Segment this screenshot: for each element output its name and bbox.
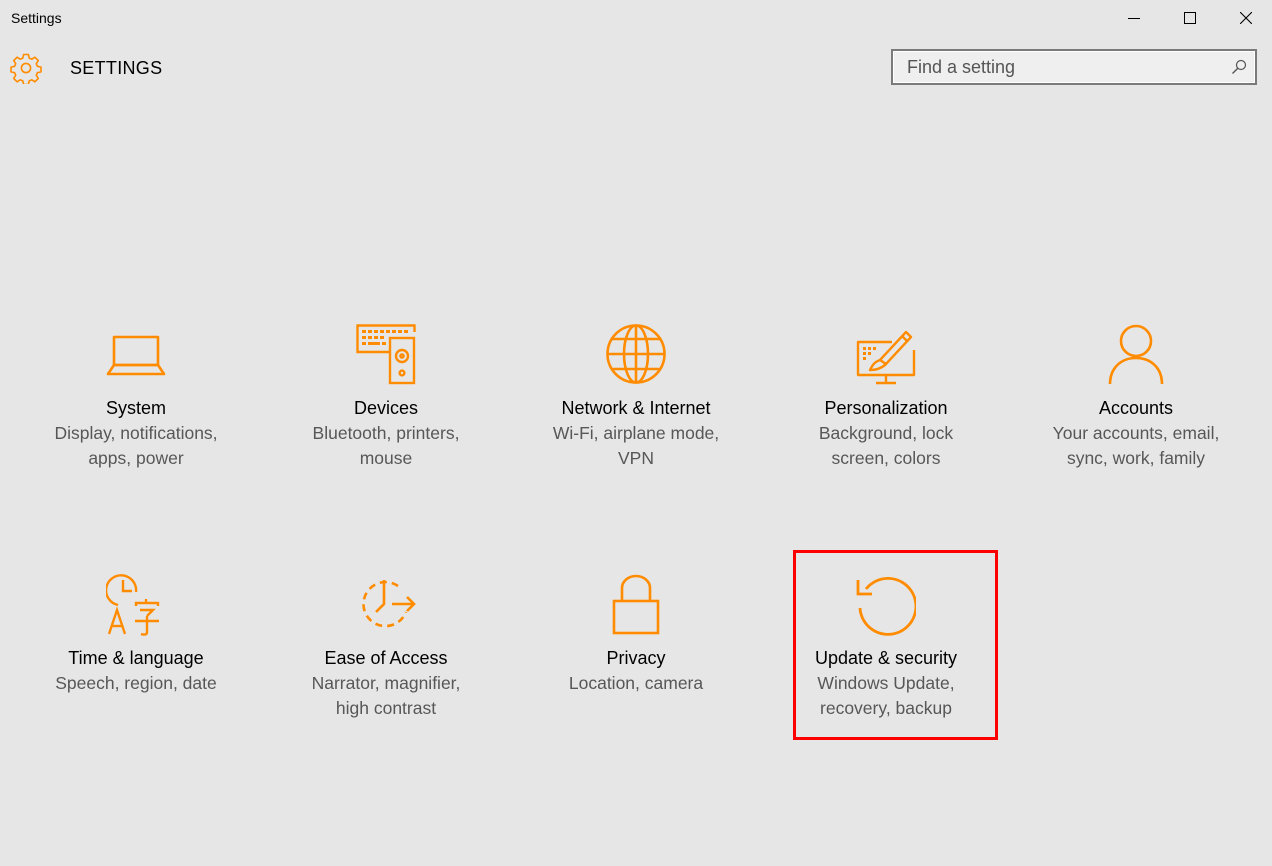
tile-description-line: Wi-Fi, airplane mode, (552, 423, 720, 443)
tile-description: Speech, region, date (21, 671, 251, 696)
tile-label: Ease of Access (324, 648, 448, 668)
tile-devices[interactable]: Devices Bluetooth, printers, mouse (271, 324, 501, 514)
tile-description-line: Bluetooth, printers, (312, 423, 460, 443)
tile-description-line: Your accounts, email, (1052, 423, 1220, 443)
search-icon[interactable] (1231, 59, 1247, 75)
tile-label: Privacy (606, 648, 666, 668)
globe-icon (606, 324, 666, 386)
tile-accounts[interactable]: Accounts Your accounts, email, sync, wor… (1021, 324, 1251, 514)
gear-icon (10, 53, 42, 84)
laptop-icon (106, 324, 166, 386)
tile-ease-of-access[interactable]: Ease of Access Narrator, magnifier, high… (271, 574, 501, 764)
tile-description: Your accounts, email, sync, work, family (1021, 421, 1251, 471)
tile-description: Location, camera (521, 671, 751, 696)
close-icon (1240, 12, 1252, 24)
title-bar: Settings (0, 0, 1272, 36)
maximize-icon (1184, 12, 1196, 24)
person-icon (1106, 324, 1166, 386)
tile-description-line: Narrator, magnifier, (311, 673, 461, 693)
keyboard-speaker-icon (356, 324, 416, 386)
tile-time-language[interactable]: Time & language Speech, region, date (21, 574, 251, 764)
tile-description: Background, lock screen, colors (771, 421, 1001, 471)
tile-update-security[interactable]: Update & security Windows Update, recove… (771, 574, 1001, 764)
tile-network-internet[interactable]: Network & Internet Wi-Fi, airplane mode,… (521, 324, 751, 514)
tile-description-line: VPN (618, 448, 654, 468)
maximize-button[interactable] (1162, 0, 1218, 36)
tile-description-line: Speech, region, date (55, 673, 217, 693)
tile-description-line: Background, lock (818, 423, 954, 443)
minimize-button[interactable] (1106, 0, 1162, 36)
lock-icon (606, 574, 666, 636)
tile-description-line: apps, power (88, 448, 184, 468)
tile-description: Display, notifications, apps, power (21, 421, 251, 471)
tile-description: Windows Update, recovery, backup (771, 671, 1001, 721)
tile-label: Network & Internet (561, 398, 711, 418)
tile-label: Update & security (814, 648, 958, 668)
tile-description-line: high contrast (335, 698, 437, 718)
tile-label: Accounts (1098, 398, 1174, 418)
tile-description: Bluetooth, printers, mouse (271, 421, 501, 471)
tile-description-line: Location, camera (568, 673, 704, 693)
minimize-icon (1128, 18, 1140, 19)
tile-system[interactable]: System Display, notifications, apps, pow… (21, 324, 251, 514)
tile-label: Personalization (824, 398, 948, 418)
tile-description: Narrator, magnifier, high contrast (271, 671, 501, 721)
tile-privacy[interactable]: Privacy Location, camera (521, 574, 751, 764)
tile-personalization[interactable]: Personalization Background, lock screen,… (771, 324, 1001, 514)
window-title: Settings (11, 10, 62, 26)
close-button[interactable] (1218, 0, 1272, 36)
tile-description-line: mouse (359, 448, 413, 468)
ease-of-access-icon (356, 574, 416, 636)
refresh-icon (856, 574, 916, 636)
search-input[interactable] (893, 51, 1223, 83)
search-box[interactable] (891, 49, 1257, 85)
tile-label: Devices (353, 398, 419, 418)
tile-description: Wi-Fi, airplane mode, VPN (521, 421, 751, 471)
tile-description-line: Windows Update, (817, 673, 955, 693)
settings-window: Settings SETTINGS Find a setting System … (0, 0, 1272, 866)
tile-label: Time & language (68, 648, 204, 668)
tile-description-line: Display, notifications, (54, 423, 218, 443)
tile-description-line: recovery, backup (820, 698, 952, 718)
clock-language-icon (106, 574, 166, 636)
page-title: SETTINGS (70, 58, 163, 78)
tile-description-line: screen, colors (831, 448, 941, 468)
paintbrush-monitor-icon (856, 324, 916, 386)
tile-description-line: sync, work, family (1066, 448, 1206, 468)
tile-label: System (105, 398, 166, 418)
